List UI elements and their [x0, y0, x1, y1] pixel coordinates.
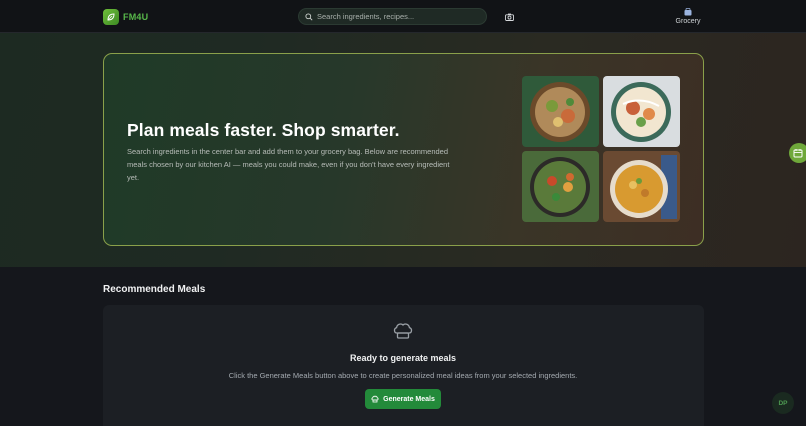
grain-bowl-photo: [522, 76, 599, 147]
recommended-meals-heading: Recommended Meals: [103, 284, 206, 295]
app-logo[interactable]: FM4U: [103, 8, 148, 25]
leaf-icon: [103, 8, 119, 25]
camera-button[interactable]: [501, 9, 517, 24]
grocery-button[interactable]: Grocery: [672, 8, 704, 28]
top-bar: FM4U Grocery: [0, 0, 806, 33]
curry-bowl-photo: [603, 151, 680, 222]
meal-calendar-button[interactable]: [789, 143, 806, 163]
grocery-label: Grocery: [675, 18, 701, 25]
empty-state-description: Click the Generate Meals button above to…: [228, 371, 578, 380]
chef-hat-icon: [371, 395, 379, 403]
shopping-bag-icon: [684, 8, 692, 16]
search-input[interactable]: [317, 12, 477, 21]
hero-description: Search ingredients in the center bar and…: [127, 147, 450, 182]
empty-state-title: Ready to generate meals: [349, 353, 457, 363]
search-bar[interactable]: [298, 8, 487, 25]
camera-icon: [504, 13, 514, 21]
app-name: FM4U: [123, 11, 149, 22]
user-initials: DP: [778, 399, 788, 407]
stir-fry-photo: [522, 151, 599, 222]
user-avatar[interactable]: DP: [772, 392, 794, 414]
chef-hat-icon: [392, 320, 414, 342]
generate-meals-label: Generate Meals: [383, 395, 435, 403]
generate-meals-button[interactable]: Generate Meals: [365, 389, 441, 409]
search-icon: [305, 8, 313, 26]
hero-title: Plan meals faster. Shop smarter.: [127, 120, 400, 140]
calendar-icon: [793, 149, 803, 158]
poke-bowl-photo: [603, 76, 680, 147]
